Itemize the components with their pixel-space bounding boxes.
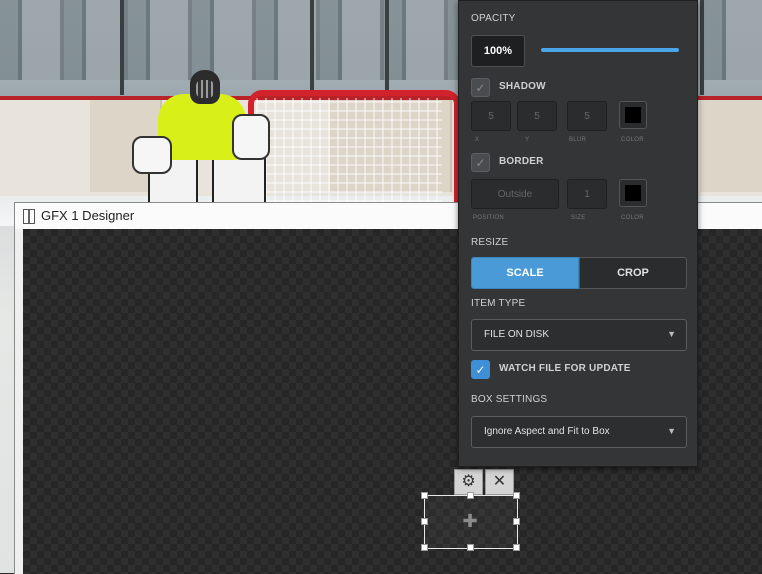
resize-handle-top-left[interactable] bbox=[421, 492, 428, 499]
shadow-color-fill bbox=[625, 107, 641, 123]
resize-handle-top-right[interactable] bbox=[513, 492, 520, 499]
resize-handle-right[interactable] bbox=[513, 518, 520, 525]
shadow-color-label: COLOR bbox=[621, 137, 644, 143]
properties-panel: OPACITY 100% ✓ SHADOW 5 5 5 X Y BLUR COL… bbox=[458, 0, 698, 467]
border-color-fill bbox=[625, 185, 641, 201]
move-crosshair-icon[interactable]: ✚ bbox=[461, 512, 479, 530]
gear-icon: ⚙ bbox=[461, 473, 476, 490]
glass-post bbox=[310, 0, 314, 95]
check-icon: ✓ bbox=[475, 155, 486, 170]
item-type-label: ITEM TYPE bbox=[471, 298, 526, 309]
border-size-label: SIZE bbox=[571, 215, 586, 221]
opacity-label: OPACITY bbox=[471, 13, 516, 24]
box-settings-label: BOX SETTINGS bbox=[471, 394, 548, 405]
opacity-slider[interactable] bbox=[541, 48, 679, 52]
check-icon: ✓ bbox=[475, 362, 486, 377]
chevron-down-icon: ▼ bbox=[667, 329, 676, 339]
goal-frame bbox=[248, 90, 460, 208]
box-settings-dropdown[interactable]: Ignore Aspect and Fit to Box ▼ bbox=[471, 416, 687, 448]
watch-file-label: WATCH FILE FOR UPDATE bbox=[499, 363, 631, 374]
check-icon: ✓ bbox=[475, 80, 486, 95]
shadow-color-swatch[interactable] bbox=[619, 101, 647, 129]
shadow-blur-label: BLUR bbox=[569, 137, 587, 143]
shadow-x-field[interactable]: 5 bbox=[471, 101, 511, 131]
glass-post bbox=[385, 0, 389, 95]
glass-post bbox=[700, 0, 704, 95]
goalie-glove bbox=[232, 114, 270, 160]
designer-left-edge bbox=[15, 229, 23, 574]
shadow-y-label: Y bbox=[525, 137, 530, 143]
resize-handle-bottom[interactable] bbox=[467, 544, 474, 551]
opacity-value-field[interactable]: 100% bbox=[471, 35, 525, 67]
shadow-x-label: X bbox=[475, 137, 480, 143]
item-type-value: FILE ON DISK bbox=[484, 329, 550, 340]
shadow-checkbox[interactable]: ✓ bbox=[471, 78, 490, 97]
resize-handle-bottom-right[interactable] bbox=[513, 544, 520, 551]
border-position-field[interactable]: Outside bbox=[471, 179, 559, 209]
border-color-swatch[interactable] bbox=[619, 179, 647, 207]
crop-button[interactable]: CROP bbox=[579, 257, 687, 289]
resize-label: RESIZE bbox=[471, 237, 509, 248]
glass-post bbox=[120, 0, 124, 95]
shadow-blur-field[interactable]: 5 bbox=[567, 101, 607, 131]
resize-handle-left[interactable] bbox=[421, 518, 428, 525]
shadow-y-field[interactable]: 5 bbox=[517, 101, 557, 131]
goalie-mask bbox=[196, 80, 214, 98]
scale-button[interactable]: SCALE bbox=[471, 257, 579, 289]
border-checkbox[interactable]: ✓ bbox=[471, 153, 490, 172]
resize-handle-bottom-left[interactable] bbox=[421, 544, 428, 551]
chevron-down-icon: ▼ bbox=[667, 426, 676, 436]
resize-handle-top[interactable] bbox=[467, 492, 474, 499]
close-icon: ✕ bbox=[492, 473, 507, 490]
border-color-label: COLOR bbox=[621, 215, 644, 221]
board-panel bbox=[700, 100, 762, 192]
item-toolbar: ⚙ ✕ bbox=[454, 469, 514, 495]
designer-app-icon bbox=[23, 209, 35, 224]
shadow-label: SHADOW bbox=[499, 81, 546, 92]
box-settings-value: Ignore Aspect and Fit to Box bbox=[484, 426, 610, 437]
item-type-dropdown[interactable]: FILE ON DISK ▼ bbox=[471, 319, 687, 351]
goalie-blocker bbox=[132, 136, 172, 174]
border-position-label: POSITION bbox=[473, 215, 505, 221]
border-label: BORDER bbox=[499, 156, 544, 167]
border-size-field[interactable]: 1 bbox=[567, 179, 607, 209]
watch-file-checkbox[interactable]: ✓ bbox=[471, 360, 490, 379]
item-remove-button[interactable]: ✕ bbox=[485, 469, 514, 495]
designer-title: GFX 1 Designer bbox=[41, 208, 135, 223]
